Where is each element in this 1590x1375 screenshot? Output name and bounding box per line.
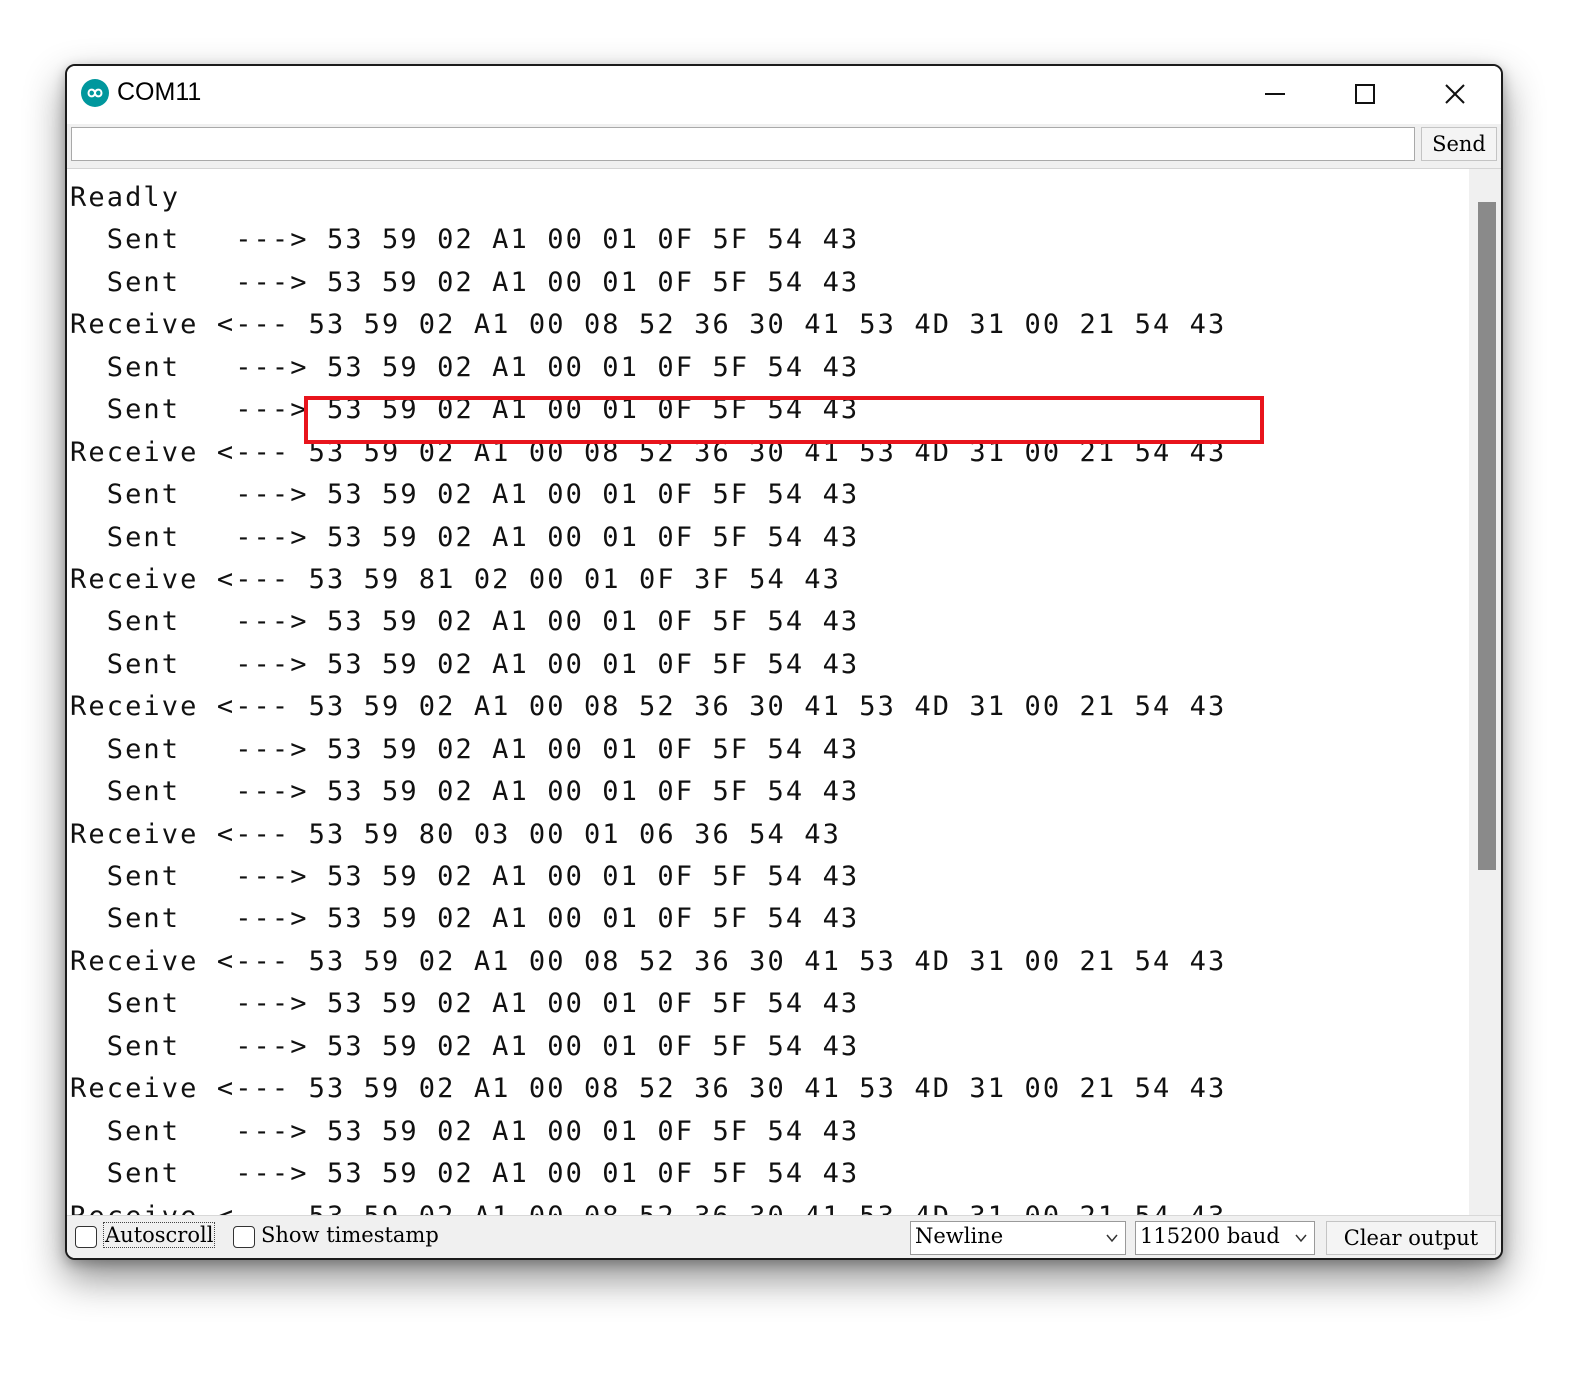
arduino-infinity-icon — [81, 79, 109, 107]
send-bar: Send — [67, 124, 1501, 169]
output-line: Sent ---> 53 59 02 A1 00 01 0F 5F 54 43 — [70, 988, 860, 1020]
output-line: Receive <--- 53 59 81 02 00 01 0F 3F 54 … — [70, 563, 841, 595]
output-line: Receive <--- 53 59 02 A1 00 08 52 36 30 … — [70, 691, 1227, 723]
autoscroll-label[interactable]: Autoscroll — [103, 1222, 216, 1248]
serial-monitor-window: COM11 Send Readly Sent ---> 53 59 02 A1 … — [65, 64, 1503, 1260]
output-line: Sent ---> 53 59 02 A1 00 01 0F 5F 54 43 — [70, 648, 860, 680]
title-bar: COM11 — [67, 66, 1501, 124]
minimize-button[interactable] — [1230, 66, 1320, 122]
output-line: Receive <--- 53 59 02 A1 00 08 52 36 30 … — [70, 309, 1227, 341]
serial-output[interactable]: Readly Sent ---> 53 59 02 A1 00 01 0F 5F… — [67, 169, 1469, 1215]
output-line: Readly — [70, 182, 181, 213]
baud-rate-value: 115200 baud — [1140, 1224, 1280, 1248]
output-line: Receive <--- 53 59 02 A1 00 08 52 36 30 … — [70, 436, 1227, 468]
serial-input[interactable] — [71, 127, 1415, 161]
output-line: Sent ---> 53 59 02 A1 00 01 0F 5F 54 43 — [70, 351, 860, 383]
maximize-button[interactable] — [1320, 66, 1410, 122]
close-button[interactable] — [1410, 66, 1500, 122]
timestamp-checkbox[interactable] — [233, 1226, 255, 1248]
line-ending-value: Newline — [915, 1224, 1004, 1248]
window-title: COM11 — [117, 78, 202, 106]
scroll-thumb[interactable] — [1478, 202, 1496, 870]
output-line: Sent ---> 53 59 02 A1 00 01 0F 5F 54 43 — [70, 1115, 860, 1147]
output-line: Sent ---> 53 59 02 A1 00 01 0F 5F 54 43 — [70, 266, 860, 298]
output-lines: Readly Sent ---> 53 59 02 A1 00 01 0F 5F… — [70, 177, 1226, 1215]
output-line: Receive <--- 53 59 02 A1 00 08 52 36 30 … — [70, 1073, 1227, 1105]
output-line: Sent ---> 53 59 02 A1 00 01 0F 5F 54 43 — [70, 521, 860, 553]
autoscroll-checkbox[interactable] — [75, 1226, 97, 1248]
output-line: Receive <--- 53 59 02 A1 00 08 52 36 30 … — [70, 1196, 1226, 1216]
close-icon — [1445, 84, 1465, 104]
output-line: Receive <--- 53 59 80 03 00 01 06 36 54 … — [70, 818, 841, 850]
timestamp-label[interactable]: Show timestamp — [261, 1223, 439, 1247]
chevron-down-icon — [1295, 1234, 1307, 1243]
output-line: Sent ---> 53 59 02 A1 00 01 0F 5F 54 43 — [70, 903, 860, 935]
chevron-down-icon — [1106, 1234, 1118, 1243]
line-ending-select[interactable]: Newline — [910, 1221, 1126, 1255]
footer-bar: Autoscroll Show timestamp Newline 115200… — [67, 1215, 1501, 1258]
output-line: Sent ---> 53 59 02 A1 00 01 0F 5F 54 43 — [70, 776, 860, 808]
output-line: Sent ---> 53 59 02 A1 00 01 0F 5F 54 43 — [70, 861, 860, 892]
minimize-icon — [1265, 93, 1285, 95]
output-line: Sent ---> 53 59 02 A1 00 01 0F 5F 54 43 — [70, 394, 860, 426]
baud-rate-select[interactable]: 115200 baud — [1135, 1221, 1315, 1255]
output-line: Sent ---> 53 59 02 A1 00 01 0F 5F 54 43 — [70, 224, 860, 256]
maximize-icon — [1355, 84, 1375, 104]
output-line: Sent ---> 53 59 02 A1 00 01 0F 5F 54 43 — [70, 1030, 860, 1062]
output-line: Sent ---> 53 59 02 A1 00 01 0F 5F 54 43 — [70, 479, 860, 511]
output-line: Receive <--- 53 59 02 A1 00 08 52 36 30 … — [70, 945, 1227, 977]
output-line: Sent ---> 53 59 02 A1 00 01 0F 5F 54 43 — [70, 606, 860, 638]
send-button[interactable]: Send — [1421, 127, 1497, 161]
clear-output-button[interactable]: Clear output — [1326, 1221, 1496, 1255]
output-line: Sent ---> 53 59 02 A1 00 01 0F 5F 54 43 — [70, 1158, 860, 1190]
vertical-scrollbar[interactable] — [1469, 169, 1501, 1215]
output-line: Sent ---> 53 59 02 A1 00 01 0F 5F 54 43 — [70, 733, 860, 765]
